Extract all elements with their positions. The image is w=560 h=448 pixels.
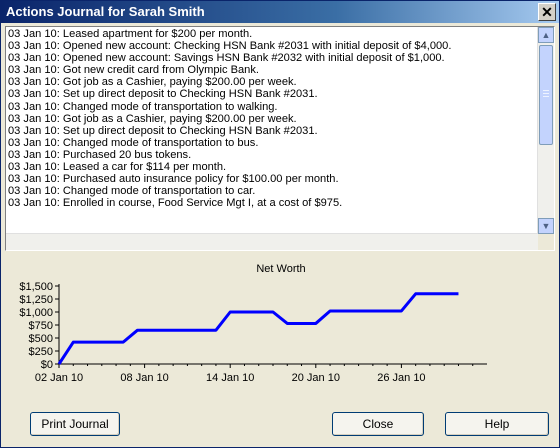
- journal-entry: 03 Jan 10: Opened new account: Checking …: [8, 40, 452, 53]
- y-tick-label: $750: [29, 320, 53, 332]
- journal-entry: 03 Jan 10: Purchased auto insurance poli…: [8, 173, 339, 186]
- journal-entry: 03 Jan 10: Got job as a Cashier, paying …: [8, 76, 297, 89]
- y-tick-label: $1,500: [19, 281, 53, 293]
- journal-entry: 03 Jan 10: Changed mode of transportatio…: [8, 100, 278, 113]
- scroll-down-icon[interactable]: ▼: [538, 218, 554, 234]
- journal-entry-list: 03 Jan 10: Leased apartment for $200 per…: [8, 28, 538, 232]
- journal-entry: 03 Jan 10: Changed mode of transportatio…: [8, 185, 256, 198]
- journal-entry: 03 Jan 10: Leased a car for $114 per mon…: [8, 161, 227, 174]
- journal-log[interactable]: 03 Jan 10: Leased apartment for $200 per…: [5, 26, 555, 251]
- journal-entry: 03 Jan 10: Opened new account: Savings H…: [8, 52, 445, 65]
- help-button[interactable]: Help: [445, 412, 549, 436]
- journal-entry: 03 Jan 10: Set up direct deposit to Chec…: [8, 88, 318, 101]
- window-title: Actions Journal for Sarah Smith: [6, 4, 205, 19]
- vertical-scroll-thumb[interactable]: [539, 45, 553, 145]
- x-tick-label: 02 Jan 10: [35, 372, 83, 384]
- horizontal-scrollbar[interactable]: [6, 233, 538, 250]
- y-tick-label: $250: [29, 346, 53, 358]
- vertical-scrollbar[interactable]: ▲ ▼: [537, 27, 554, 234]
- x-tick-label: 08 Jan 10: [120, 372, 168, 384]
- chart-title: Net Worth: [256, 263, 305, 275]
- journal-entry: 03 Jan 10: Got new credit card from Olym…: [8, 64, 259, 77]
- x-tick-label: 20 Jan 10: [292, 372, 340, 384]
- journal-window: Actions Journal for Sarah Smith ✕ 03 Jan…: [0, 0, 560, 448]
- journal-entry: 03 Jan 10: Set up direct deposit to Chec…: [8, 124, 318, 137]
- x-tick-label: 14 Jan 10: [206, 372, 254, 384]
- close-icon[interactable]: ✕: [538, 3, 556, 21]
- journal-entry: 03 Jan 10: Enrolled in course, Food Serv…: [8, 197, 343, 210]
- journal-entry: 03 Jan 10: Leased apartment for $200 per…: [8, 28, 253, 40]
- scroll-corner: [538, 234, 554, 250]
- close-button[interactable]: Close: [332, 412, 424, 436]
- net-worth-chart: Net Worth $0 $250 $500 $750 $1,000 $1,250 $1,50…: [1, 255, 559, 400]
- journal-entry: 03 Jan 10: Got job as a Cashier, paying …: [8, 112, 297, 125]
- y-tick-label: $1,250: [19, 294, 53, 306]
- x-tick-label: 26 Jan 10: [377, 372, 425, 384]
- y-tick-label: $1,000: [19, 307, 53, 319]
- net-worth-chart-svg: Net Worth $0$250$500$750$1,000$1,250$1,50…: [19, 263, 487, 384]
- print-journal-button[interactable]: Print Journal: [30, 412, 120, 436]
- y-tick-label: $0: [41, 359, 53, 371]
- net-worth-line: [57, 292, 459, 365]
- journal-entry: 03 Jan 10: Purchased 20 bus tokens.: [8, 148, 192, 161]
- title-bar[interactable]: Actions Journal for Sarah Smith ✕: [1, 1, 559, 23]
- y-tick-label: $500: [29, 333, 53, 345]
- scroll-up-icon[interactable]: ▲: [538, 27, 554, 43]
- journal-entry: 03 Jan 10: Changed mode of transportatio…: [8, 136, 259, 149]
